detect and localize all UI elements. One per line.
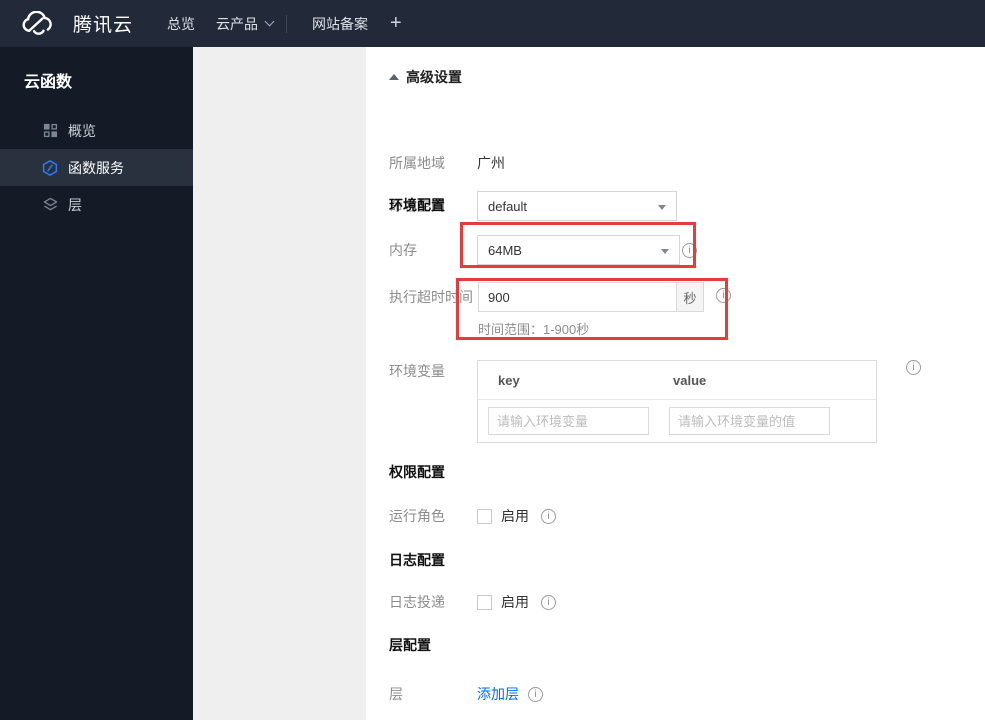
tencent-cloud-logo-icon xyxy=(20,10,54,37)
nav-add-tab-button[interactable]: + xyxy=(390,12,402,35)
chevron-down-icon xyxy=(661,249,669,254)
chevron-down-icon xyxy=(658,205,666,210)
envvar-key-column-header: key xyxy=(498,372,520,388)
timeout-input-group: 秒 xyxy=(478,282,704,312)
layer-row: 层 添加层 i xyxy=(389,686,543,702)
section-permission-config: 权限配置 xyxy=(389,464,445,480)
runrole-checkbox-label[interactable]: 启用 xyxy=(501,506,529,526)
namespace-row: . xyxy=(389,144,477,174)
advanced-settings-toggle[interactable]: 高级设置 xyxy=(389,67,462,87)
timeout-hint: 时间范围：1-900秒 xyxy=(478,322,590,337)
tencent-cloud-brand[interactable]: 腾讯云 xyxy=(20,10,133,37)
envvar-info-icon[interactable]: i xyxy=(906,360,921,375)
namespace-select[interactable]: default xyxy=(477,191,677,221)
envvar-value-input[interactable] xyxy=(669,407,830,435)
timeout-label: 执行超时时间 xyxy=(389,289,473,305)
nav-products-label: 云产品 xyxy=(216,15,259,32)
runrole-label: 运行角色 xyxy=(389,508,445,524)
section-log-config: 日志配置 xyxy=(389,552,445,568)
envvar-value-column-header: value xyxy=(673,372,707,388)
advanced-settings-label: 高级设置 xyxy=(406,69,462,85)
sidebar-item-function-service[interactable]: 函数服务 xyxy=(0,149,193,186)
hexagon-function-icon xyxy=(42,159,58,176)
memory-select[interactable]: 64MB xyxy=(477,235,680,265)
nav-item-overview[interactable]: 总览 xyxy=(167,14,195,34)
sidebar-item-label: 函数服务 xyxy=(68,159,124,176)
section-layer-config: 层配置 xyxy=(389,637,431,653)
memory-selected-value: 64MB xyxy=(488,242,522,258)
logdel-row: 日志投递 启用 i xyxy=(389,594,556,610)
envvar-table-header: key value xyxy=(478,361,876,400)
logdel-checkbox-label[interactable]: 启用 xyxy=(501,592,529,612)
settings-form: 高级设置 所属地域 广州 . 命名空间 default 环境配置 内存 64MB… xyxy=(366,47,985,720)
timeout-unit-suffix: 秒 xyxy=(676,282,704,312)
layer-label: 层 xyxy=(389,686,403,702)
timeout-row: 执行超时时间 秒 xyxy=(389,282,704,312)
logdel-checkbox[interactable] xyxy=(477,594,492,610)
nav-divider xyxy=(286,14,288,33)
region-value: 广州 xyxy=(477,155,505,171)
memory-label: 内存 xyxy=(389,242,417,258)
envvar-table-row xyxy=(478,400,876,442)
memory-info-icon[interactable]: i xyxy=(682,243,697,258)
add-layer-link[interactable]: 添加层 xyxy=(477,684,519,704)
nav-item-icp-filing[interactable]: 网站备案 xyxy=(312,14,368,34)
secondary-panel xyxy=(193,47,366,720)
envvar-table: key value xyxy=(477,360,877,443)
chevron-down-icon xyxy=(264,16,275,27)
namespace-selected-value: default xyxy=(488,198,528,214)
sidebar-menu: 概览 函数服务 层 xyxy=(0,112,193,223)
sidebar-item-overview[interactable]: 概览 xyxy=(0,112,193,149)
envvar-key-input[interactable] xyxy=(488,407,649,435)
logdel-info-icon[interactable]: i xyxy=(541,594,556,610)
sidebar-item-label: 概览 xyxy=(68,122,96,139)
brand-name: 腾讯云 xyxy=(73,15,134,36)
memory-row: 内存 64MB xyxy=(389,235,680,265)
top-navbar: 腾讯云 总览 云产品 网站备案 + xyxy=(0,0,985,47)
section-env-config: 环境配置 xyxy=(389,197,445,213)
layer-info-icon[interactable]: i xyxy=(528,686,543,702)
layers-icon xyxy=(42,197,58,213)
sidebar-item-label: 层 xyxy=(68,196,82,213)
grid-icon xyxy=(42,123,58,139)
nav-item-cloud-products[interactable]: 云产品 xyxy=(216,14,275,34)
timeout-info-icon[interactable]: i xyxy=(716,288,731,303)
envvar-label: 环境变量 xyxy=(389,363,445,379)
runrole-row: 运行角色 启用 i xyxy=(389,508,556,524)
sidebar-title: 云函数 xyxy=(24,74,73,91)
logdel-label: 日志投递 xyxy=(389,594,445,610)
sidebar: 云函数 概览 函数服务 层 xyxy=(0,47,193,720)
runrole-info-icon[interactable]: i xyxy=(541,508,556,524)
timeout-input[interactable] xyxy=(478,282,677,312)
triangle-up-icon xyxy=(389,74,399,80)
runrole-checkbox[interactable] xyxy=(477,508,492,524)
sidebar-item-layers[interactable]: 层 xyxy=(0,186,193,223)
